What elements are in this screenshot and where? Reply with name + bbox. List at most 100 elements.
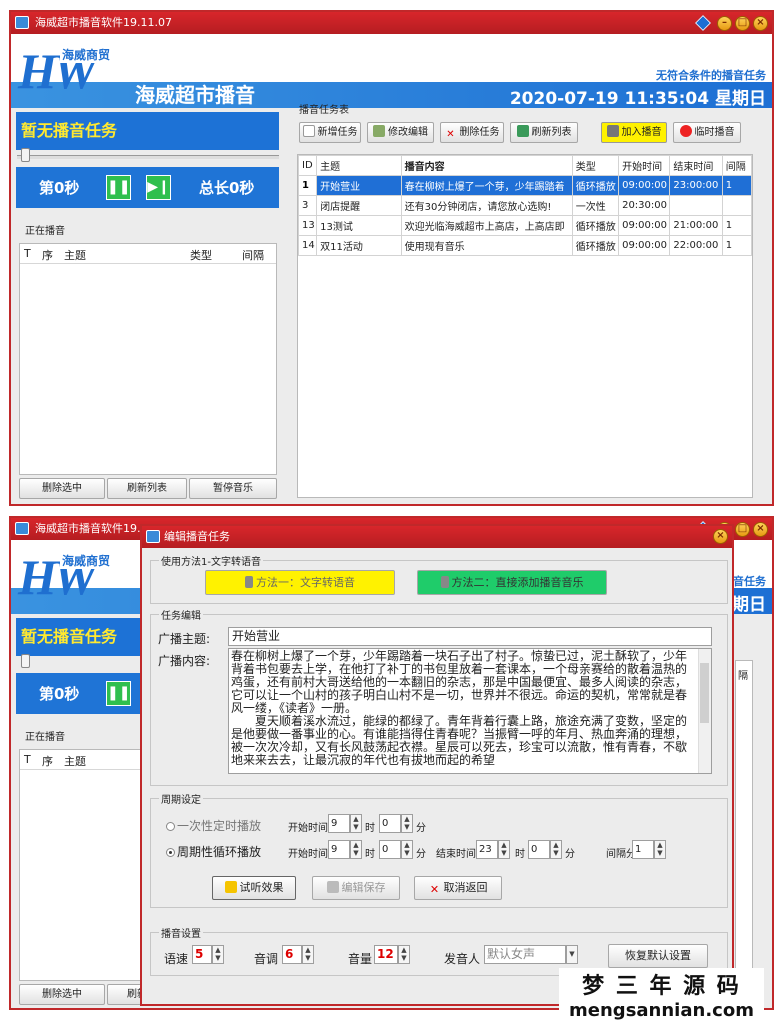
refresh-task-button[interactable]: 刷新列表 (510, 122, 578, 143)
listen-button[interactable]: 试听效果 (212, 876, 296, 900)
col-content[interactable]: 播音内容 (400, 155, 573, 176)
theme-input[interactable]: 开始营业 (228, 627, 712, 646)
loop-start-minute[interactable]: 0 (379, 840, 401, 859)
minimize-button[interactable]: – (717, 16, 732, 31)
dialog-close-button[interactable]: × (713, 529, 728, 544)
col-type[interactable]: 类型 (190, 247, 212, 263)
hour-unit: 时 (365, 823, 375, 834)
method1-button[interactable]: 方法一：文字转语音 (205, 570, 395, 595)
col-theme-2[interactable]: 主题 (64, 753, 86, 769)
maximize-button-2[interactable]: □ (735, 522, 750, 537)
next-icon[interactable]: ▶❙ (146, 175, 171, 200)
close-button[interactable]: × (753, 16, 768, 31)
once-start-hour[interactable]: 9 (328, 814, 350, 833)
playing-list[interactable]: T 序 主题 类型 间隔 (19, 243, 277, 475)
current-second: 第0秒 (39, 179, 80, 197)
table-row[interactable]: 14 双11活动 使用现有音乐 循环播放 09:00:00 22:00:00 1 (297, 235, 753, 256)
loop-start-hour[interactable]: 9 (328, 840, 350, 859)
progress-slider[interactable] (17, 155, 279, 159)
new-doc-icon (302, 125, 315, 137)
col-t-2[interactable]: T (24, 753, 31, 766)
loop-end-hour[interactable]: 23 (476, 840, 498, 859)
col-seq[interactable]: 序 (42, 247, 53, 263)
save-icon (326, 881, 339, 893)
radio-loop[interactable] (166, 848, 175, 857)
method2-button[interactable]: 方法二：直接添加播音音乐 (417, 570, 607, 595)
playing-list-header: T 序 主题 类型 间隔 (20, 244, 276, 264)
col-theme[interactable]: 主题 (64, 247, 86, 263)
once-radio[interactable]: 一次性定时播放 (166, 817, 261, 834)
col-id[interactable]: ID (297, 155, 318, 176)
spin-arrows[interactable]: ▲ ▼ (654, 840, 666, 859)
spin-arrows[interactable]: ▲ ▼ (401, 840, 413, 859)
loop-end-minute[interactable]: 0 (528, 840, 550, 859)
scrollbar-thumb[interactable] (700, 663, 709, 723)
col-type[interactable]: 类型 (571, 155, 620, 176)
delete-selected-button-2[interactable]: 删除选中 (19, 984, 105, 1005)
broadcast-icon (606, 125, 619, 137)
banner: HW 海威商贸 海威超市播音 无符合条件的播音任务 2020-07-19 11:… (11, 34, 772, 108)
maximize-button[interactable]: □ (735, 16, 750, 31)
col-seq-2[interactable]: 序 (42, 753, 53, 769)
watermark: 梦 三 年 源 码 mengsannian.com (559, 968, 764, 1021)
spin-arrows[interactable]: ▲ ▼ (212, 945, 224, 964)
col-t[interactable]: T (24, 247, 31, 260)
table-row[interactable]: 13 13测试 欢迎光临海威超市上高店，上高店即 循环播放 09:00:00 21:00:… (297, 215, 753, 236)
app-icon-2 (15, 522, 29, 535)
save-button[interactable]: 编辑保存 (312, 876, 400, 900)
minute-unit: 分 (416, 849, 426, 860)
table-row[interactable]: 3 闭店提醒 还有30分钟闭店，请您放心选购! 一次性 20:30:00 (297, 195, 753, 216)
speaker-select[interactable]: 默认女声 (484, 945, 566, 964)
task-table-group: 播音任务表 (299, 105, 349, 116)
playing-list-2[interactable]: T 序 主题 (19, 749, 145, 981)
refresh-list-button[interactable]: 刷新列表 (107, 478, 187, 499)
spin-arrows[interactable]: ▲ ▼ (398, 945, 410, 964)
hour-unit: 时 (365, 849, 375, 860)
add-broadcast-button[interactable]: 加入播音 (601, 122, 667, 143)
once-start-minute[interactable]: 0 (379, 814, 401, 833)
spin-arrows[interactable]: ▲ ▼ (550, 840, 562, 859)
delete-task-button[interactable]: ✕ 删除任务 (440, 122, 504, 143)
red-record-icon (679, 125, 692, 137)
slider-thumb[interactable] (21, 148, 30, 162)
loop-interval[interactable]: 1 (632, 840, 654, 859)
slider-thumb-2[interactable] (21, 654, 30, 668)
content-textarea[interactable]: 春在柳树上爆了一个芽，少年踢踏着一块石子出了村子。惊蛰已过，泥土酥软了，少年背着… (228, 648, 712, 774)
spin-arrows[interactable]: ▲ ▼ (498, 840, 510, 859)
spin-arrows[interactable]: ▲ ▼ (350, 840, 362, 859)
delete-selected-button[interactable]: 删除选中 (19, 478, 105, 499)
col-title[interactable]: 主题 (316, 155, 402, 176)
skin-icon[interactable] (695, 15, 711, 31)
loop-radio[interactable]: 周期性循环播放 (166, 843, 261, 860)
edit-task-button[interactable]: 修改编辑 (367, 122, 434, 143)
radio-once[interactable] (166, 822, 175, 831)
loop-start-label: 开始时间 (288, 849, 328, 860)
pitch-label: 音调 (254, 952, 279, 966)
col-interval[interactable]: 间隔 (242, 247, 264, 263)
task-table[interactable]: ID 主题 播音内容 类型 开始时间 结束时间 间隔 1 开始营业 春在柳树上爆了一… (297, 154, 753, 498)
close-button-2[interactable]: × (753, 522, 768, 537)
col-end[interactable]: 结束时间 (669, 155, 723, 176)
volume-value[interactable]: 12 (374, 945, 398, 964)
once-start-label: 开始时间 (288, 823, 328, 834)
reset-default-button[interactable]: 恢复默认设置 (608, 944, 708, 968)
cancel-button[interactable]: ✕ 取消返回 (414, 876, 502, 900)
spin-arrows[interactable]: ▲ ▼ (401, 814, 413, 833)
col-gap[interactable]: 间隔 (721, 155, 753, 176)
new-task-button[interactable]: 新增任务 (299, 122, 361, 143)
pause-icon[interactable]: ❚❚ (106, 175, 131, 200)
table-row[interactable]: 1 开始营业 春在柳树上爆了一个芽，少年踢踏着 循环播放 09:00:00 23:00:0… (297, 175, 753, 196)
task-table-2[interactable]: 隔 (735, 660, 753, 1004)
temp-broadcast-button[interactable]: 临时播音 (673, 122, 741, 143)
pitch-value[interactable]: 6 (282, 945, 302, 964)
spin-arrows[interactable]: ▲ ▼ (350, 814, 362, 833)
theme-label: 广播主题: (158, 632, 211, 646)
chevron-down-icon[interactable]: ▼ (566, 945, 578, 964)
banner-title: 海威超市播音 (135, 83, 255, 107)
table-header: ID 主题 播音内容 类型 开始时间 结束时间 间隔 (297, 155, 753, 176)
pause-music-button[interactable]: 暂停音乐 (189, 478, 277, 499)
spin-arrows[interactable]: ▲ ▼ (302, 945, 314, 964)
speed-value[interactable]: 5 (192, 945, 212, 964)
pause-icon-2[interactable]: ❚❚ (106, 681, 131, 706)
col-start[interactable]: 开始时间 (618, 155, 671, 176)
